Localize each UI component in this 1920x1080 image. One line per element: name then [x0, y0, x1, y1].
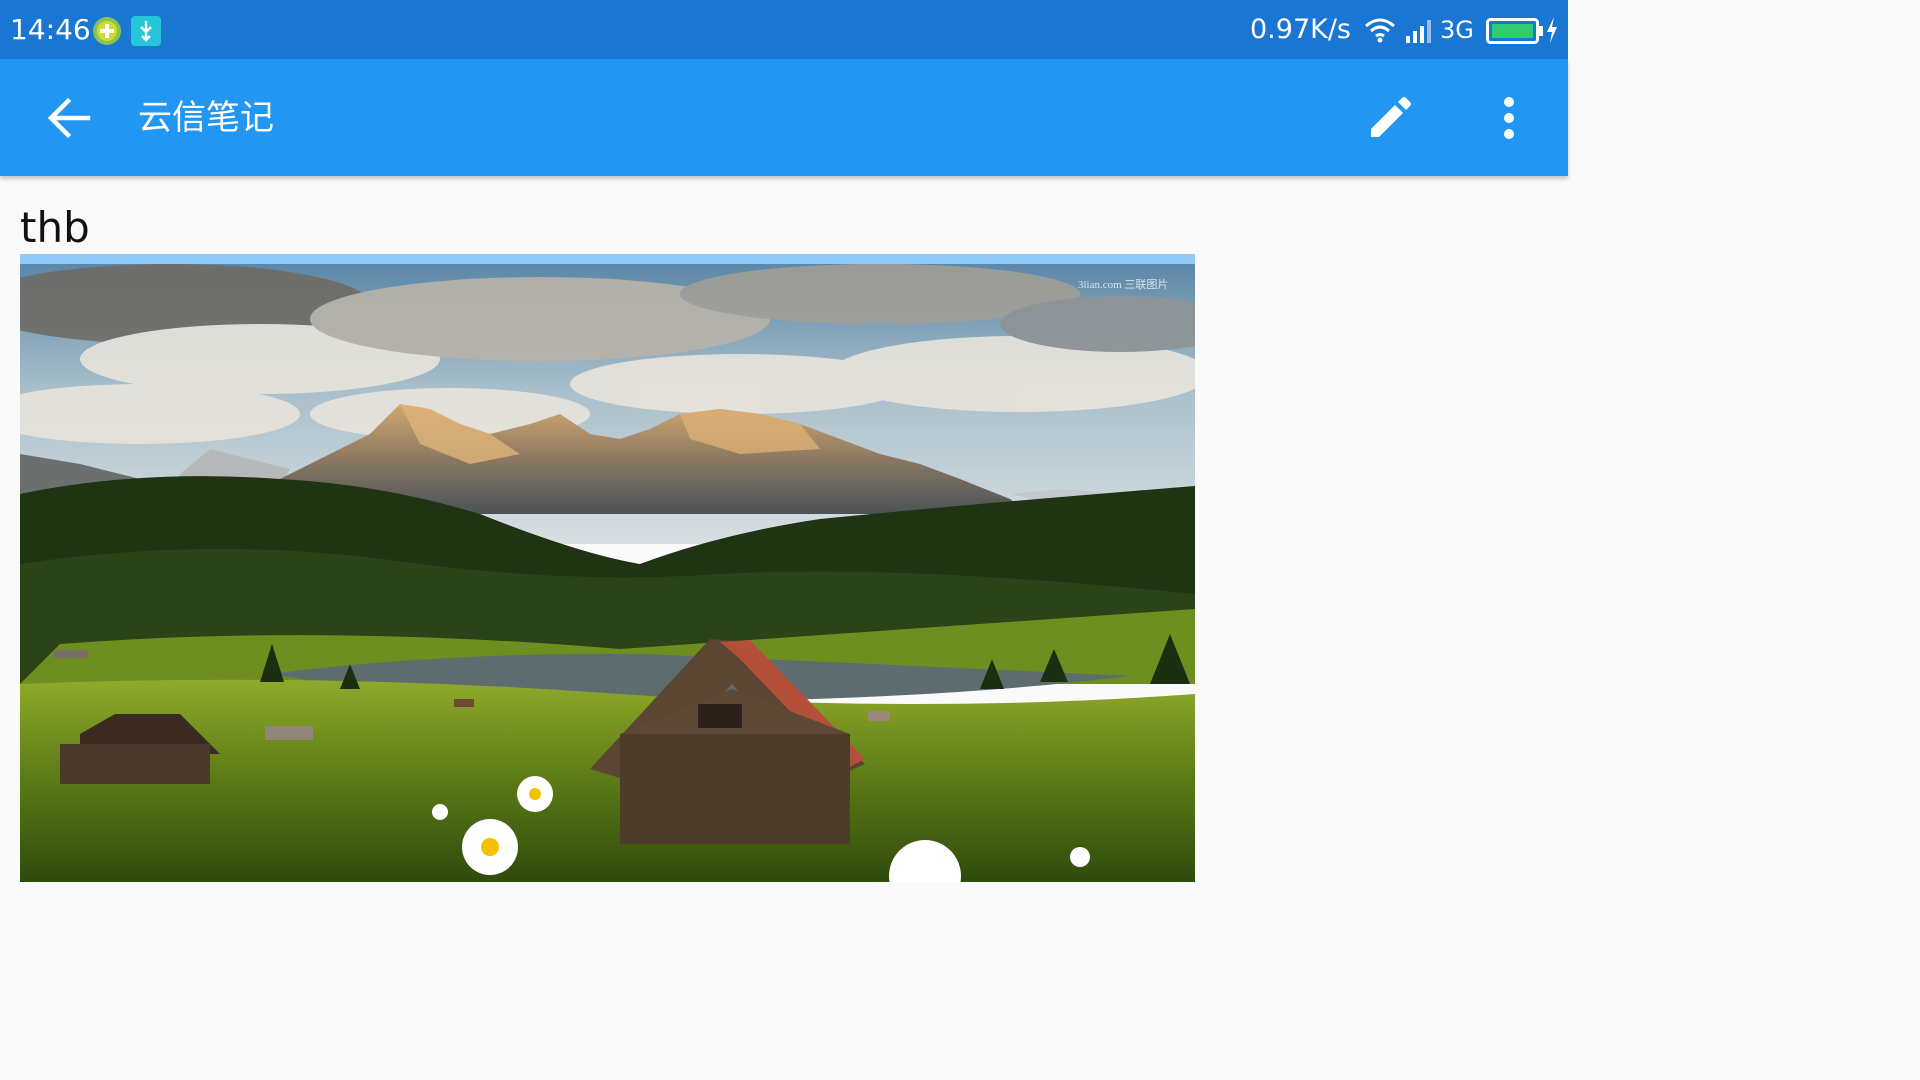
- charging-icon: [1545, 16, 1559, 48]
- net-speed: 0.97K/s: [1250, 14, 1351, 45]
- signal-icon: [1405, 17, 1435, 47]
- pencil-icon[interactable]: [1367, 93, 1415, 145]
- note-title: thb: [20, 203, 90, 252]
- wifi-icon: [1364, 17, 1396, 47]
- usb-icon: [131, 16, 161, 46]
- status-time: 14:46: [10, 13, 91, 46]
- arrow-back-icon[interactable]: [44, 95, 92, 145]
- image-watermark: 3lian.com 三联图片: [1078, 278, 1168, 291]
- plus-circle-icon: [92, 16, 122, 46]
- page-title: 云信笔记: [138, 98, 274, 138]
- network-type: 3G: [1440, 16, 1474, 44]
- app-bar: 云信笔记: [0, 59, 1568, 176]
- battery-icon: [1486, 18, 1544, 48]
- more-vert-icon[interactable]: [1496, 95, 1522, 145]
- landscape-image: 3lian.com 三联图片: [20, 264, 1195, 882]
- note-image[interactable]: 3lian.com 三联图片: [20, 254, 1195, 882]
- status-bar: 14:46 0.97K/s 3G: [0, 0, 1568, 59]
